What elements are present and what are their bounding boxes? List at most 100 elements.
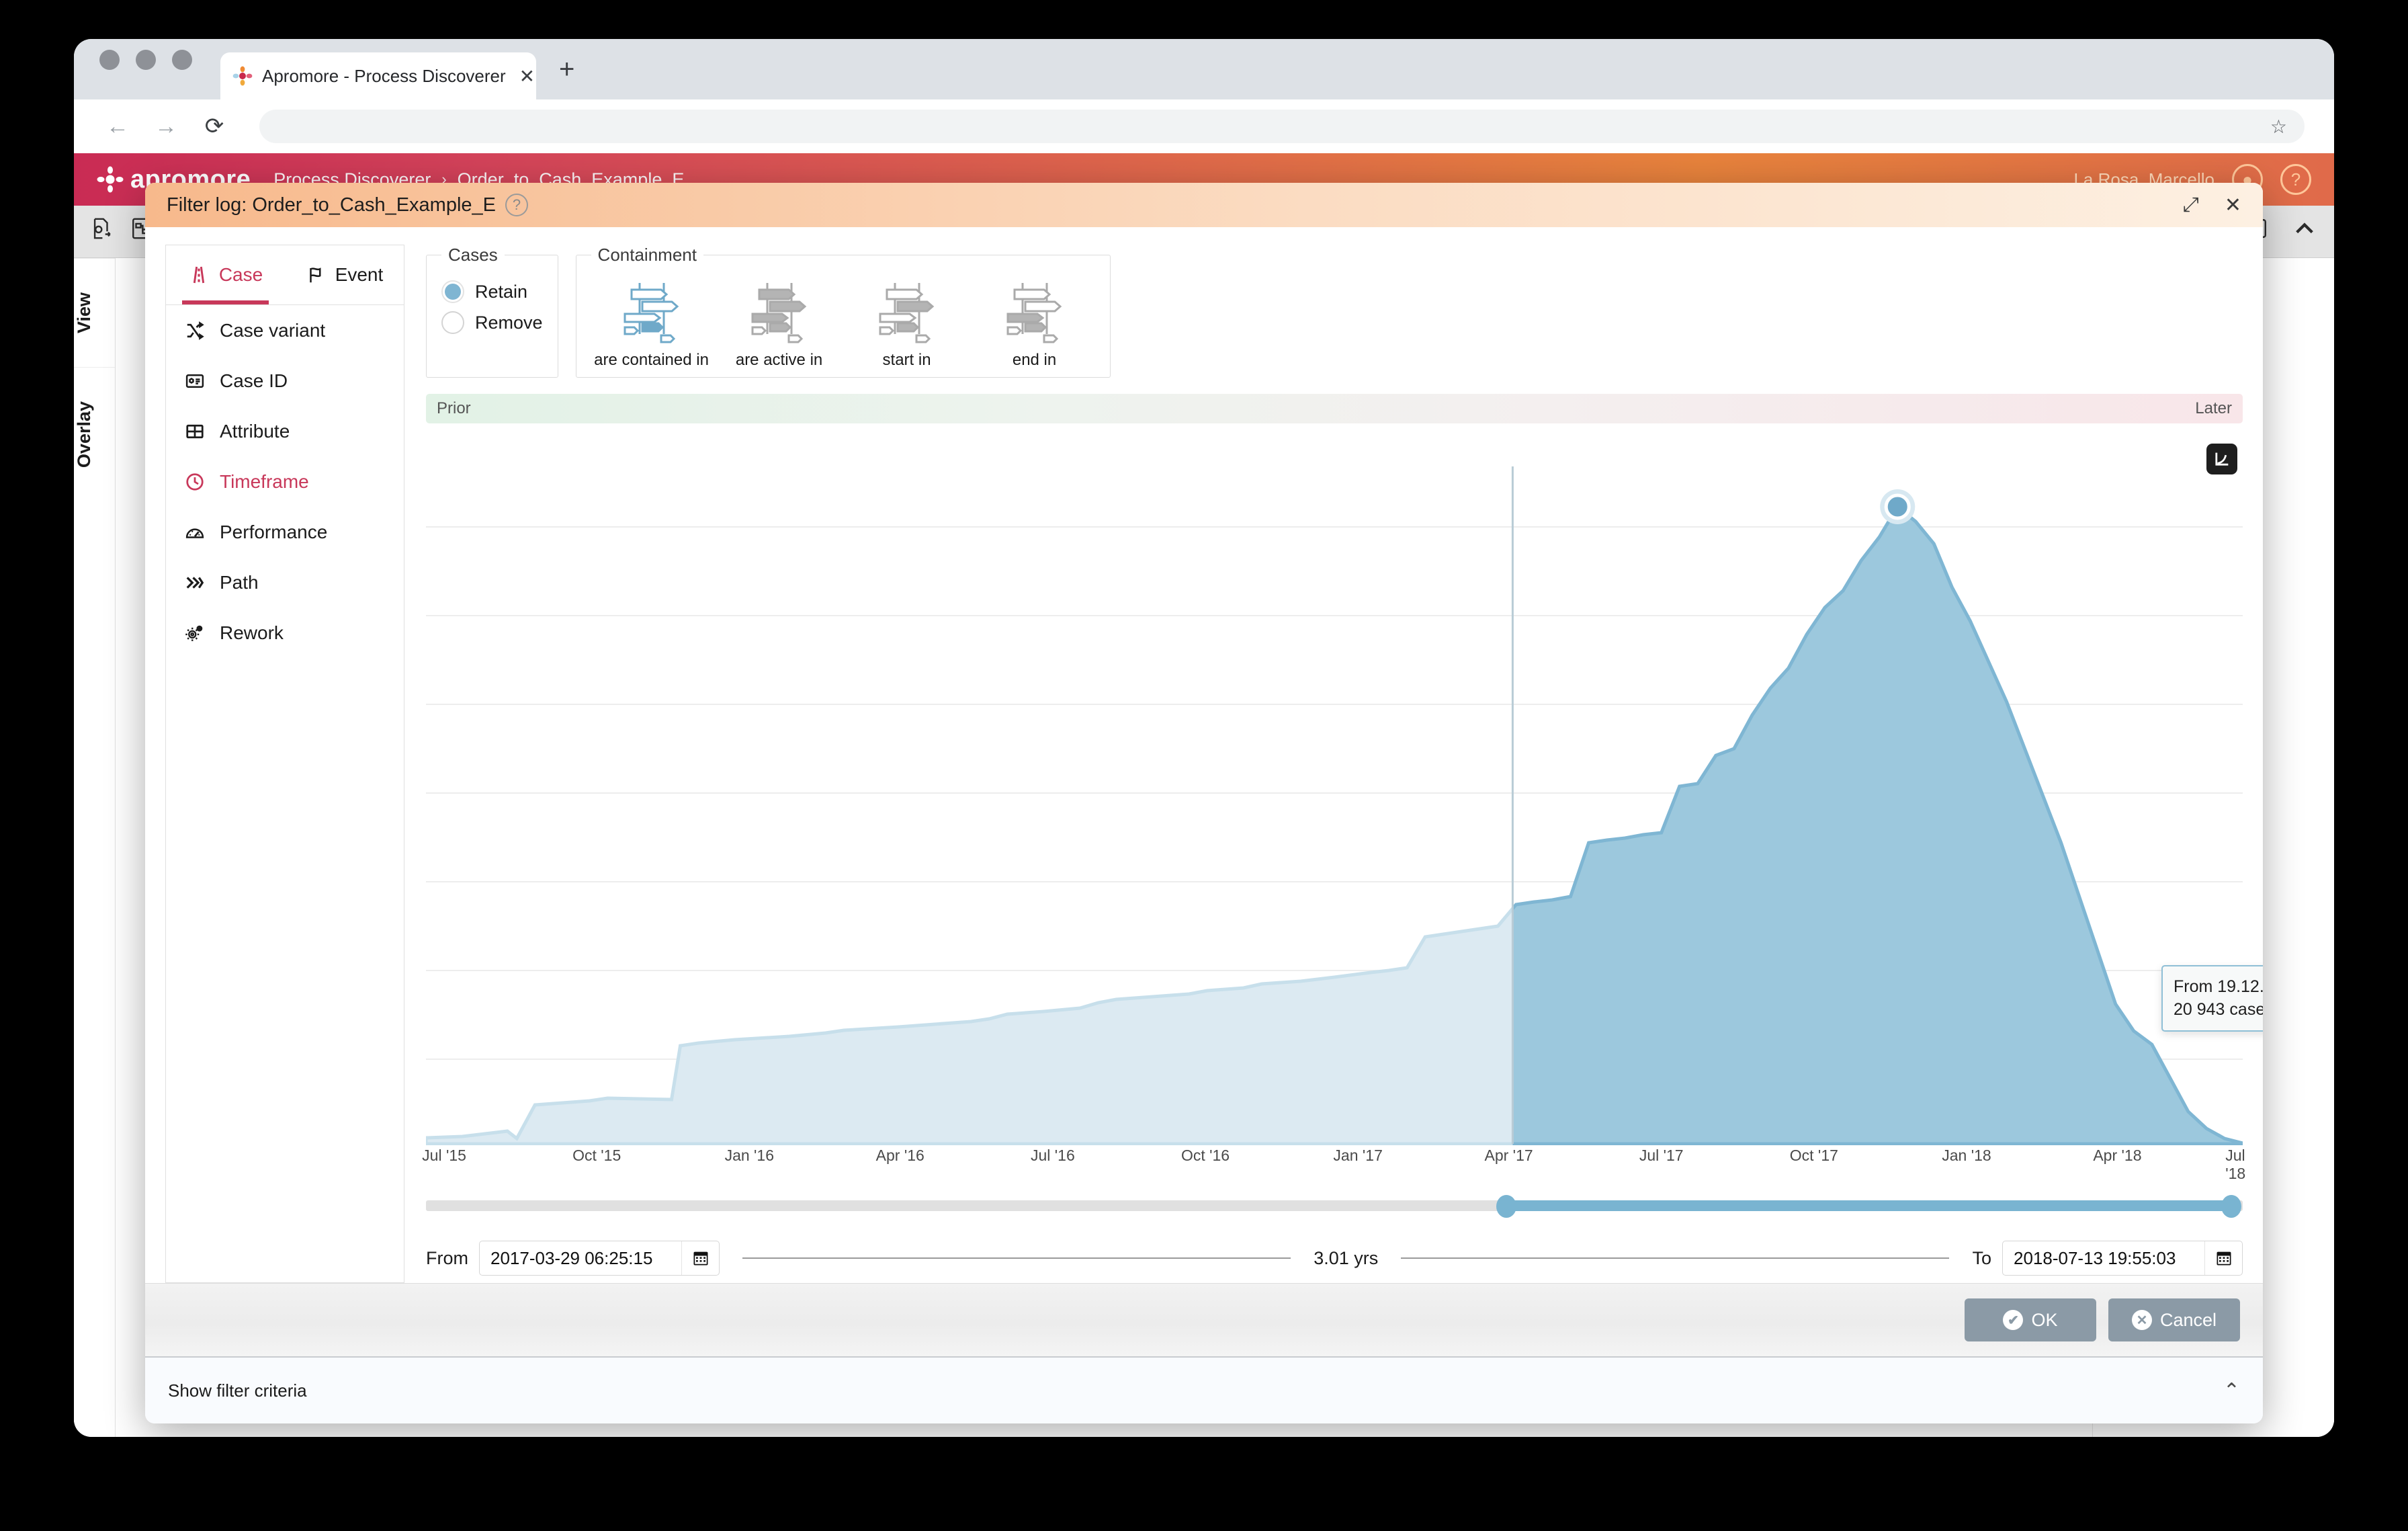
tab-event-label: Event xyxy=(335,264,384,286)
rail-item-overlay[interactable]: Overlay xyxy=(74,367,115,502)
x-tick: Jan '18 xyxy=(1942,1147,1991,1165)
chart-tooltip: From 19.12.2017 14:33:33 to 30.12.2017 1… xyxy=(2161,965,2263,1032)
check-icon: ✔ xyxy=(2003,1310,2024,1331)
browser-tab[interactable]: Apromore - Process Discoverer ✕ xyxy=(220,52,536,99)
radio-remove[interactable]: Remove xyxy=(441,311,543,335)
browser-tab-title: Apromore - Process Discoverer xyxy=(262,65,506,86)
expand-dialog-icon[interactable]: ⤢ xyxy=(2183,194,2199,216)
x-tick: Oct '17 xyxy=(1789,1147,1838,1165)
signpost-end-icon xyxy=(1002,283,1067,346)
timeframe-range-slider[interactable] xyxy=(426,1195,2243,1218)
tab-event[interactable]: Event xyxy=(285,245,404,304)
x-tick: Jan '16 xyxy=(724,1147,775,1165)
sidebar-label: Case variant xyxy=(220,319,326,341)
filter-main-panel: Cases Retain Remove Containment are cont… xyxy=(404,245,2263,1283)
tab-case[interactable]: Case xyxy=(166,245,285,305)
collapse-panel-icon[interactable] xyxy=(2291,217,2318,246)
ok-button[interactable]: ✔ OK xyxy=(1965,1298,2096,1342)
sidebar-item-path[interactable]: Path xyxy=(166,557,404,608)
log-filter-icon[interactable] xyxy=(90,217,113,246)
sidebar-item-timeframe[interactable]: Timeframe xyxy=(166,456,404,507)
left-rail: View Overlay xyxy=(74,258,116,1437)
dialog-body: Case Event Case variant Case ID Attribut… xyxy=(145,227,2263,1284)
sidebar-item-case-id[interactable]: Case ID xyxy=(166,356,404,406)
bookmark-star-icon[interactable]: ☆ xyxy=(2270,116,2287,138)
from-calendar-icon[interactable] xyxy=(681,1241,719,1276)
x-tick: Jul '17 xyxy=(1639,1147,1684,1165)
sidebar-label: Attribute xyxy=(220,420,290,442)
cancel-button-label: Cancel xyxy=(2159,1309,2217,1330)
id-card-icon xyxy=(185,371,205,391)
containment-option-start-in[interactable]: start in xyxy=(847,275,968,370)
radio-retain[interactable]: Retain xyxy=(441,280,543,304)
from-date-field[interactable] xyxy=(479,1241,720,1276)
maximize-window-button[interactable] xyxy=(172,50,192,70)
rail-item-view[interactable]: View xyxy=(74,258,115,368)
to-label: To xyxy=(1972,1247,1992,1268)
sidebar-item-rework[interactable]: Rework xyxy=(166,608,404,658)
date-range-row: From 2017-03-29 06:25:15 3.01 yrs To 201… xyxy=(426,1241,2243,1276)
slider-handle-start[interactable] xyxy=(1496,1195,1516,1218)
radio-remove-label: Remove xyxy=(475,312,543,333)
x-tick: Jul '18 xyxy=(2225,1147,2246,1183)
slider-range-fill[interactable] xyxy=(1512,1200,2239,1212)
to-calendar-icon[interactable] xyxy=(2204,1241,2242,1276)
close-window-button[interactable] xyxy=(99,50,120,70)
signpost-contained-icon xyxy=(619,283,684,346)
chevron-up-icon[interactable]: ⌃ xyxy=(2223,1379,2240,1403)
back-icon[interactable]: ← xyxy=(103,114,132,140)
slider-handle-end[interactable] xyxy=(2221,1195,2241,1218)
close-dialog-icon[interactable]: ✕ xyxy=(2225,194,2241,217)
filter-scope-tabs: Case Event xyxy=(166,245,404,306)
sidebar-label: Case ID xyxy=(220,370,288,391)
radio-remove-input[interactable] xyxy=(441,311,464,335)
cancel-button[interactable]: ✕ Cancel xyxy=(2108,1298,2240,1342)
containment-option-end-in[interactable]: end in xyxy=(974,275,1095,370)
forward-icon[interactable]: → xyxy=(152,114,180,140)
option-fieldsets: Cases Retain Remove Containment are cont… xyxy=(426,245,2243,378)
reload-icon[interactable]: ⟳ xyxy=(200,113,228,140)
browser-tabstrip: Apromore - Process Discoverer ✕ + xyxy=(74,39,2334,99)
road-icon xyxy=(188,264,210,286)
containment-fieldset: Containment are contained in are active … xyxy=(575,245,1111,378)
highlight-point[interactable] xyxy=(1884,493,1911,520)
from-date-input[interactable] xyxy=(480,1247,681,1269)
containment-option-are-contained-in[interactable]: are contained in xyxy=(591,275,712,370)
containment-label: are contained in xyxy=(594,351,709,370)
table-icon xyxy=(185,421,205,442)
sidebar-item-case-variant[interactable]: Case variant xyxy=(166,305,404,356)
containment-option-are-active-in[interactable]: are active in xyxy=(719,275,840,370)
shuffle-icon xyxy=(185,321,205,341)
containment-label: are active in xyxy=(735,351,823,370)
show-filter-criteria-bar[interactable]: Show filter criteria ⌃ xyxy=(145,1356,2263,1423)
sidebar-item-performance[interactable]: Performance xyxy=(166,507,404,557)
address-bar[interactable]: ☆ xyxy=(259,110,2305,143)
sidebar-item-attribute[interactable]: Attribute xyxy=(166,406,404,456)
radio-retain-input[interactable] xyxy=(441,280,464,304)
close-tab-icon[interactable]: ✕ xyxy=(515,65,539,87)
tooltip-range: From 19.12.2017 14:33:33 to 30.12.2017 1… xyxy=(2174,977,2263,997)
to-date-field[interactable] xyxy=(2002,1241,2243,1276)
apromore-logo-icon xyxy=(97,166,124,193)
prior-later-gradient-bar: Prior Later xyxy=(426,394,2243,424)
case-distribution-chart[interactable] xyxy=(426,466,2243,1145)
help-icon[interactable]: ? xyxy=(2280,164,2311,195)
close-icon: ✕ xyxy=(2131,1310,2152,1331)
dialog-title-bar: Filter log: Order_to_Cash_Example_E ? ⤢ … xyxy=(145,183,2263,228)
containment-options: are contained in are active in start in … xyxy=(591,275,1095,370)
signpost-active-icon xyxy=(747,283,812,346)
new-tab-icon[interactable]: + xyxy=(559,54,574,99)
sidebar-label: Rework xyxy=(220,622,284,643)
x-tick: Oct '16 xyxy=(1180,1147,1230,1165)
dialog-help-icon[interactable]: ? xyxy=(505,194,529,217)
cases-legend: Cases xyxy=(448,245,498,265)
gears-icon xyxy=(185,623,205,643)
ok-button-label: OK xyxy=(2031,1309,2058,1330)
dialog-title-actions: ⤢ ✕ xyxy=(2183,194,2241,217)
to-date-input[interactable] xyxy=(2003,1247,2205,1269)
containment-legend: Containment xyxy=(597,245,697,265)
minimize-window-button[interactable] xyxy=(136,50,156,70)
x-tick: Apr '17 xyxy=(1484,1147,1533,1165)
show-filter-criteria-label[interactable]: Show filter criteria xyxy=(168,1380,307,1401)
chart-x-axis: Jul '15 Oct '15 Jan '16 Apr '16 Jul '16 … xyxy=(422,1147,2245,1182)
